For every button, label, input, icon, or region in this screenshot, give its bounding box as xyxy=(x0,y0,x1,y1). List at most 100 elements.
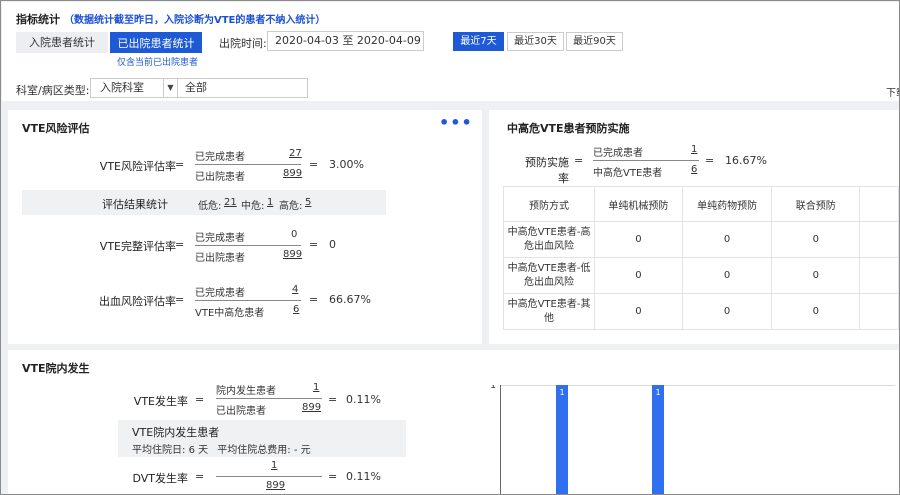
numerator-value[interactable]: 1 xyxy=(271,460,277,471)
range-30-days-button[interactable]: 最近30天 xyxy=(507,32,564,51)
row-header: 中高危VTE患者-其他 xyxy=(502,293,596,330)
prevention-rate-label: 预防实施率 xyxy=(525,156,569,185)
vte-rate-label: VTE发生率 xyxy=(133,395,188,408)
table-cell: 0 xyxy=(771,293,861,330)
app-window: 指标统计 （数据统计截至昨日，入院诊断为VTE的患者不纳入统计） 入院患者统计 已… xyxy=(0,0,900,495)
range-7-days-button[interactable]: 最近7天 xyxy=(453,32,504,51)
table-cell: 0 xyxy=(771,257,861,294)
dvt-rate-value: 0.11% xyxy=(346,470,381,483)
filter-bar: 指标统计 （数据统计截至昨日，入院诊断为VTE的患者不纳入统计） 入院患者统计 已… xyxy=(2,2,899,101)
mid-risk-label: 中危: xyxy=(241,201,265,212)
risk-panel-title: VTE风险评估 xyxy=(22,122,90,135)
avg-cost-label: 平均住院总费用: xyxy=(217,445,291,456)
more-options-icon[interactable]: ••• xyxy=(439,113,473,132)
download-button[interactable]: 下载 xyxy=(886,84,899,99)
denominator-value[interactable]: 899 xyxy=(283,249,302,260)
risk-assessment-panel: VTE风险评估 ••• VTE风险评估率 = 已完成患者 27 已出院患者 89… xyxy=(8,110,482,344)
numerator-value[interactable]: 27 xyxy=(289,148,302,159)
fraction-line xyxy=(195,300,301,301)
denominator-value[interactable]: 6 xyxy=(293,304,299,315)
bleeding-risk-rate-value: 66.67% xyxy=(329,293,371,306)
table-cell-empty xyxy=(859,221,899,258)
fraction-line xyxy=(216,398,322,399)
equals-sign: = xyxy=(309,238,319,251)
numerator-label: 已完成患者 xyxy=(593,148,643,159)
column-header: 联合预防 xyxy=(771,186,861,222)
denominator-value[interactable]: 899 xyxy=(283,168,302,179)
mid-risk-count[interactable]: 1 xyxy=(267,197,273,208)
table-cell: 0 xyxy=(681,293,773,330)
denominator-value[interactable]: 899 xyxy=(266,480,285,491)
equals-sign: = xyxy=(309,293,319,306)
patient-summary-title: VTE院内发生患者 xyxy=(132,426,220,439)
numerator-label: 已完成患者 xyxy=(195,288,245,299)
vte-full-rate-value: 0 xyxy=(329,238,336,251)
dept-select[interactable]: 全部 xyxy=(178,78,308,98)
denominator-label: 已出院患者 xyxy=(195,172,245,183)
low-risk-count[interactable]: 21 xyxy=(224,197,237,208)
table-row: 中高危VTE患者-高危出血风险 0 0 0 xyxy=(502,221,899,258)
numerator-value[interactable]: 1 xyxy=(691,144,697,155)
dvt-rate-fraction: 1 899 xyxy=(216,460,322,494)
vte-occurrence-chart: 1 1 1 xyxy=(490,385,895,495)
equals-sign: = xyxy=(175,158,185,171)
y-tick-label: 1 xyxy=(490,385,496,391)
assessment-result-stats: 评估结果统计 低危: 21 中危: 1 高危: 5 xyxy=(22,190,386,215)
chevron-down-icon[interactable]: ▼ xyxy=(163,79,177,97)
occurrence-panel-title: VTE院内发生 xyxy=(22,362,90,375)
high-risk-label: 高危: xyxy=(279,201,303,212)
row-header: 中高危VTE患者-高危出血风险 xyxy=(502,221,596,258)
range-90-days-button[interactable]: 最近90天 xyxy=(566,32,623,51)
tab-note: 仅含当前已出院患者 xyxy=(117,58,199,68)
denominator-label: VTE中高危患者 xyxy=(195,308,265,319)
dept-type-select[interactable]: 入院科室 ▼ xyxy=(90,78,178,98)
prevention-table: 预防方式 单纯机械预防 单纯药物预防 联合预防 中高危VTE患者-高危出血风险 … xyxy=(502,186,899,330)
vte-risk-rate-label: VTE风险评估率 xyxy=(99,160,176,173)
equals-sign: = xyxy=(574,154,584,167)
avg-cost-value: - 元 xyxy=(293,445,311,456)
column-header-empty xyxy=(859,186,899,222)
denominator-value[interactable]: 899 xyxy=(302,402,321,413)
fraction-line xyxy=(195,164,301,165)
table-header-row: 预防方式 单纯机械预防 单纯药物预防 联合预防 xyxy=(502,186,899,222)
date-range-input[interactable]: 2020-04-03 至 2020-04-09 xyxy=(267,31,424,51)
page-title: 指标统计 （数据统计截至昨日，入院诊断为VTE的患者不纳入统计） xyxy=(16,11,325,27)
equals-sign: = xyxy=(328,393,338,406)
column-header: 单纯机械预防 xyxy=(594,186,683,222)
chart-bar[interactable] xyxy=(556,385,568,495)
table-cell-empty xyxy=(859,257,899,294)
high-risk-count[interactable]: 5 xyxy=(305,197,311,208)
table-cell: 0 xyxy=(594,257,683,294)
bar-data-label: 1 xyxy=(655,388,660,397)
table-cell: 0 xyxy=(594,293,683,330)
numerator-label: 已完成患者 xyxy=(195,152,245,163)
column-header: 预防方式 xyxy=(502,186,596,222)
page-title-note: （数据统计截至昨日，入院诊断为VTE的患者不纳入统计） xyxy=(64,15,326,26)
equals-sign: = xyxy=(175,238,185,251)
denominator-label: 已出院患者 xyxy=(195,253,245,264)
table-cell: 0 xyxy=(681,257,773,294)
numerator-value[interactable]: 4 xyxy=(292,284,298,295)
fraction-line xyxy=(195,245,301,246)
equals-sign: = xyxy=(195,470,205,483)
tab-discharged[interactable]: 已出院患者统计 xyxy=(110,32,202,53)
avg-days-value: 6 天 xyxy=(188,445,209,456)
equals-sign: = xyxy=(175,293,185,306)
table-cell: 0 xyxy=(681,221,773,258)
vte-patient-summary: VTE院内发生患者 平均住院日: 6 天 平均住院总费用: - 元 xyxy=(118,420,406,457)
patient-summary-values: 平均住院日: 6 天 平均住院总费用: - 元 xyxy=(132,441,311,456)
stats-label: 评估结果统计 xyxy=(102,198,168,211)
denominator-value[interactable]: 6 xyxy=(691,164,697,175)
tab-inpatients[interactable]: 入院患者统计 xyxy=(16,32,108,53)
numerator-label: 院内发生患者 xyxy=(216,386,276,397)
bar-data-label: 1 xyxy=(559,388,564,397)
chart-bar[interactable] xyxy=(652,385,664,495)
numerator-value[interactable]: 1 xyxy=(313,382,319,393)
denominator-label: 中高危VTE患者 xyxy=(593,168,663,179)
dept-type-value: 入院科室 xyxy=(100,81,144,94)
vte-risk-rate-value: 3.00% xyxy=(329,158,364,171)
low-risk-label: 低危: xyxy=(198,201,222,212)
fraction-line xyxy=(216,476,322,477)
numerator-value: 0 xyxy=(291,229,298,240)
table-cell: 0 xyxy=(771,221,861,258)
